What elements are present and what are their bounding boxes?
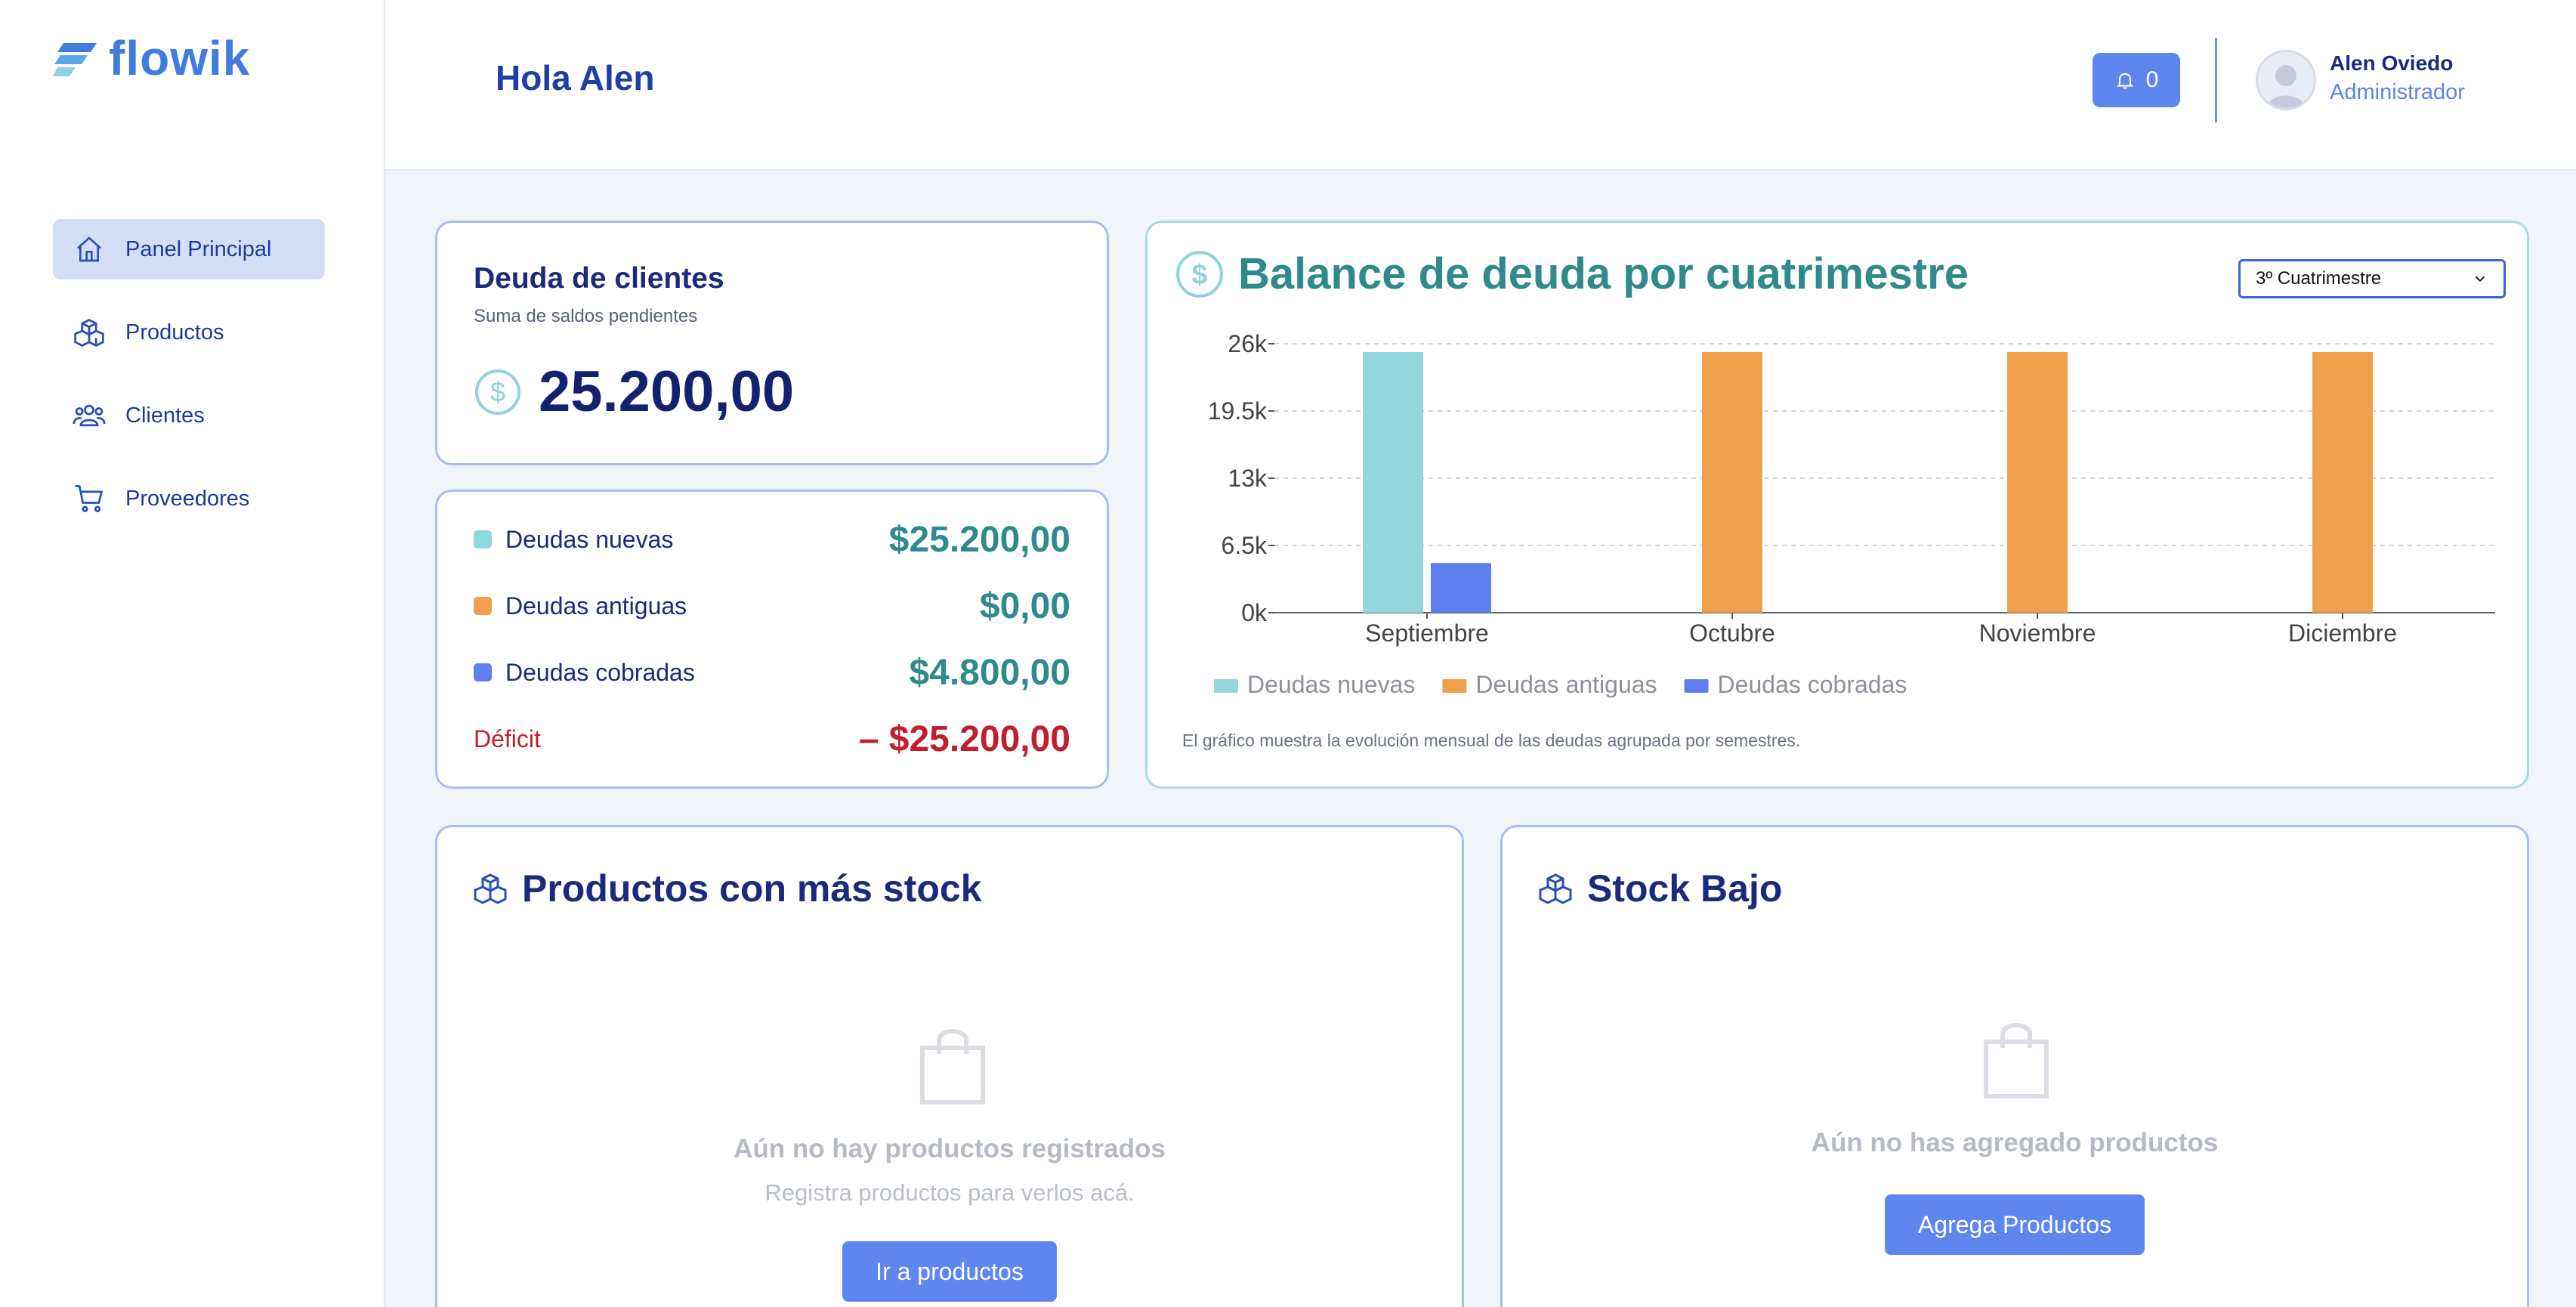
boxes-icon xyxy=(1539,873,1572,904)
boxes-icon xyxy=(73,316,106,349)
x-tick-label: Octubre xyxy=(1689,620,1775,647)
legend-swatch xyxy=(474,597,492,615)
summary-label: Deudas cobradas xyxy=(505,658,695,686)
bar-deudas-antiguas xyxy=(2007,351,2068,613)
user-name: Alen Oviedo xyxy=(2330,51,2454,75)
legend-swatch xyxy=(1442,679,1467,693)
legend-swatch xyxy=(474,663,492,681)
legend-swatch xyxy=(1684,679,1709,693)
svg-text:$: $ xyxy=(490,376,505,407)
sidebar-item-label: Productos xyxy=(125,320,224,345)
debt-amount: 25.200,00 xyxy=(539,360,795,424)
sidebar-item-panel-principal[interactable]: Panel Principal xyxy=(53,219,325,280)
chevron-down-icon xyxy=(2475,276,2485,283)
debt-bar-chart: 0k 6.5k 13k 19.5k 26k Septiembre Octubre Noviem… xyxy=(1208,330,2495,698)
bar-deudas-antiguas xyxy=(2312,351,2373,613)
avatar[interactable] xyxy=(2256,50,2316,110)
go-to-products-button[interactable]: Ir a productos xyxy=(842,1241,1057,1302)
user-avatar-icon xyxy=(2267,65,2305,108)
sidebar-item-label: Clientes xyxy=(125,403,205,428)
card-title: Productos con más stock xyxy=(472,867,982,910)
bar-deudas-antiguas xyxy=(1702,351,1762,613)
summary-value: $0,00 xyxy=(979,586,1070,626)
y-tick-label: 6.5k xyxy=(1222,532,1268,559)
logo[interactable]: flowik xyxy=(53,30,250,86)
y-tick-label: 0k xyxy=(1241,599,1268,626)
deficit-label: Déficit xyxy=(474,725,541,752)
debt-balance-chart-card: 0k 6.5k 13k 19.5k 26k Septiembre Octubre Noviem… xyxy=(1145,221,2529,789)
summary-row-new: Deudas nuevas $25.200,00 xyxy=(474,513,1070,566)
card-subtitle: Suma de saldos pendientes xyxy=(474,306,698,326)
add-products-button[interactable]: Agrega Productos xyxy=(1885,1194,2145,1255)
x-tick-label: Septiembre xyxy=(1365,620,1489,647)
x-tick-label: Noviembre xyxy=(1979,620,2096,647)
logo-icon xyxy=(53,43,97,76)
empty-state-title: Aún no has agregado productos xyxy=(1811,1128,2219,1157)
y-tick-label: 19.5k xyxy=(1208,397,1268,425)
sidebar-item-proveedores[interactable]: Proveedores xyxy=(53,468,325,529)
chart-note: El gráfico muestra la evolución mensual … xyxy=(1182,731,1801,750)
sidebar-item-productos[interactable]: Productos xyxy=(53,302,325,363)
card-title: Stock Bajo xyxy=(1537,867,1782,910)
y-tick-label: 13k xyxy=(1228,465,1268,492)
notifications-count: 0 xyxy=(2145,67,2159,92)
card-title-text: Stock Bajo xyxy=(1587,867,1783,910)
card-title: Deuda de clientes xyxy=(474,262,724,295)
sidebar-item-clientes[interactable]: Clientes xyxy=(53,385,325,446)
y-tick-label: 26k xyxy=(1228,330,1268,357)
sidebar: flowik Panel Principal Productos Cliente… xyxy=(0,0,385,1307)
card-title-text: Productos con más stock xyxy=(522,867,982,910)
top-stock-card: Productos con más stock Aún no hay produ… xyxy=(435,825,1464,1307)
page-greeting: Hola Alen xyxy=(496,58,655,97)
boxes-icon xyxy=(474,873,507,904)
top-header: Hola Alen 0 Alen Oviedo Administrador xyxy=(385,0,2576,171)
sidebar-nav: Panel Principal Productos Clientes Prove… xyxy=(53,219,325,552)
summary-label: Deudas nuevas xyxy=(505,525,674,553)
period-select-value: 3º Cuatrimestre xyxy=(2256,268,2382,289)
logo-text: flowik xyxy=(109,31,251,85)
empty-state-title: Aún no hay productos registrados xyxy=(734,1134,1166,1163)
summary-row-deficit: Déficit – $25.200,00 xyxy=(474,712,1070,765)
bell-icon xyxy=(2116,73,2133,89)
summary-value: $25.200,00 xyxy=(888,519,1070,560)
x-tick-label: Diciembre xyxy=(2288,620,2397,647)
dollar-circle-icon: $ xyxy=(1176,250,1223,298)
debt-summary-card: Deudas nuevas $25.200,00 Deudas antiguas… xyxy=(435,490,1109,789)
client-debt-card: Deuda de clientes Suma de saldos pendien… xyxy=(435,221,1109,465)
legend-swatch xyxy=(1214,679,1238,693)
legend-swatch xyxy=(474,530,492,548)
dollar-circle-icon: $ xyxy=(475,369,520,415)
bar-deudas-cobradas xyxy=(1431,563,1491,613)
shopping-bag-icon xyxy=(1984,1023,2049,1098)
notifications-button[interactable]: 0 xyxy=(2093,53,2180,107)
debt-total: $ 25.200,00 xyxy=(474,359,794,425)
deficit-value: – $25.200,00 xyxy=(858,718,1070,759)
summary-row-old: Deudas antiguas $0,00 xyxy=(474,579,1070,632)
summary-value: $4.800,00 xyxy=(909,652,1070,693)
user-role: Administrador xyxy=(2330,80,2465,104)
legend-label: Deudas cobradas xyxy=(1718,671,1907,698)
chart-title-text: Balance de deuda por cuatrimestre xyxy=(1238,249,1969,298)
cart-icon xyxy=(73,482,106,515)
home-icon xyxy=(73,233,106,266)
legend-label: Deudas nuevas xyxy=(1247,671,1415,698)
legend-label: Deudas antiguas xyxy=(1475,671,1657,698)
bar-deudas-nuevas xyxy=(1363,351,1423,613)
svg-text:$: $ xyxy=(1192,258,1208,289)
shopping-bag-icon xyxy=(920,1029,985,1105)
sidebar-item-label: Proveedores xyxy=(125,486,250,511)
sidebar-item-label: Panel Principal xyxy=(125,236,272,261)
summary-row-collected: Deudas cobradas $4.800,00 xyxy=(474,646,1070,699)
header-divider xyxy=(2215,38,2217,122)
chart-title: $ Balance de deuda por cuatrimestre xyxy=(1175,249,1969,299)
summary-label: Deudas antiguas xyxy=(505,592,687,620)
low-stock-card: Stock Bajo Aún no has agregado productos… xyxy=(1500,825,2529,1307)
period-select[interactable]: 3º Cuatrimestre xyxy=(2238,259,2506,298)
users-icon xyxy=(73,399,106,432)
empty-state-subtitle: Registra productos para verlos acá. xyxy=(764,1179,1135,1206)
